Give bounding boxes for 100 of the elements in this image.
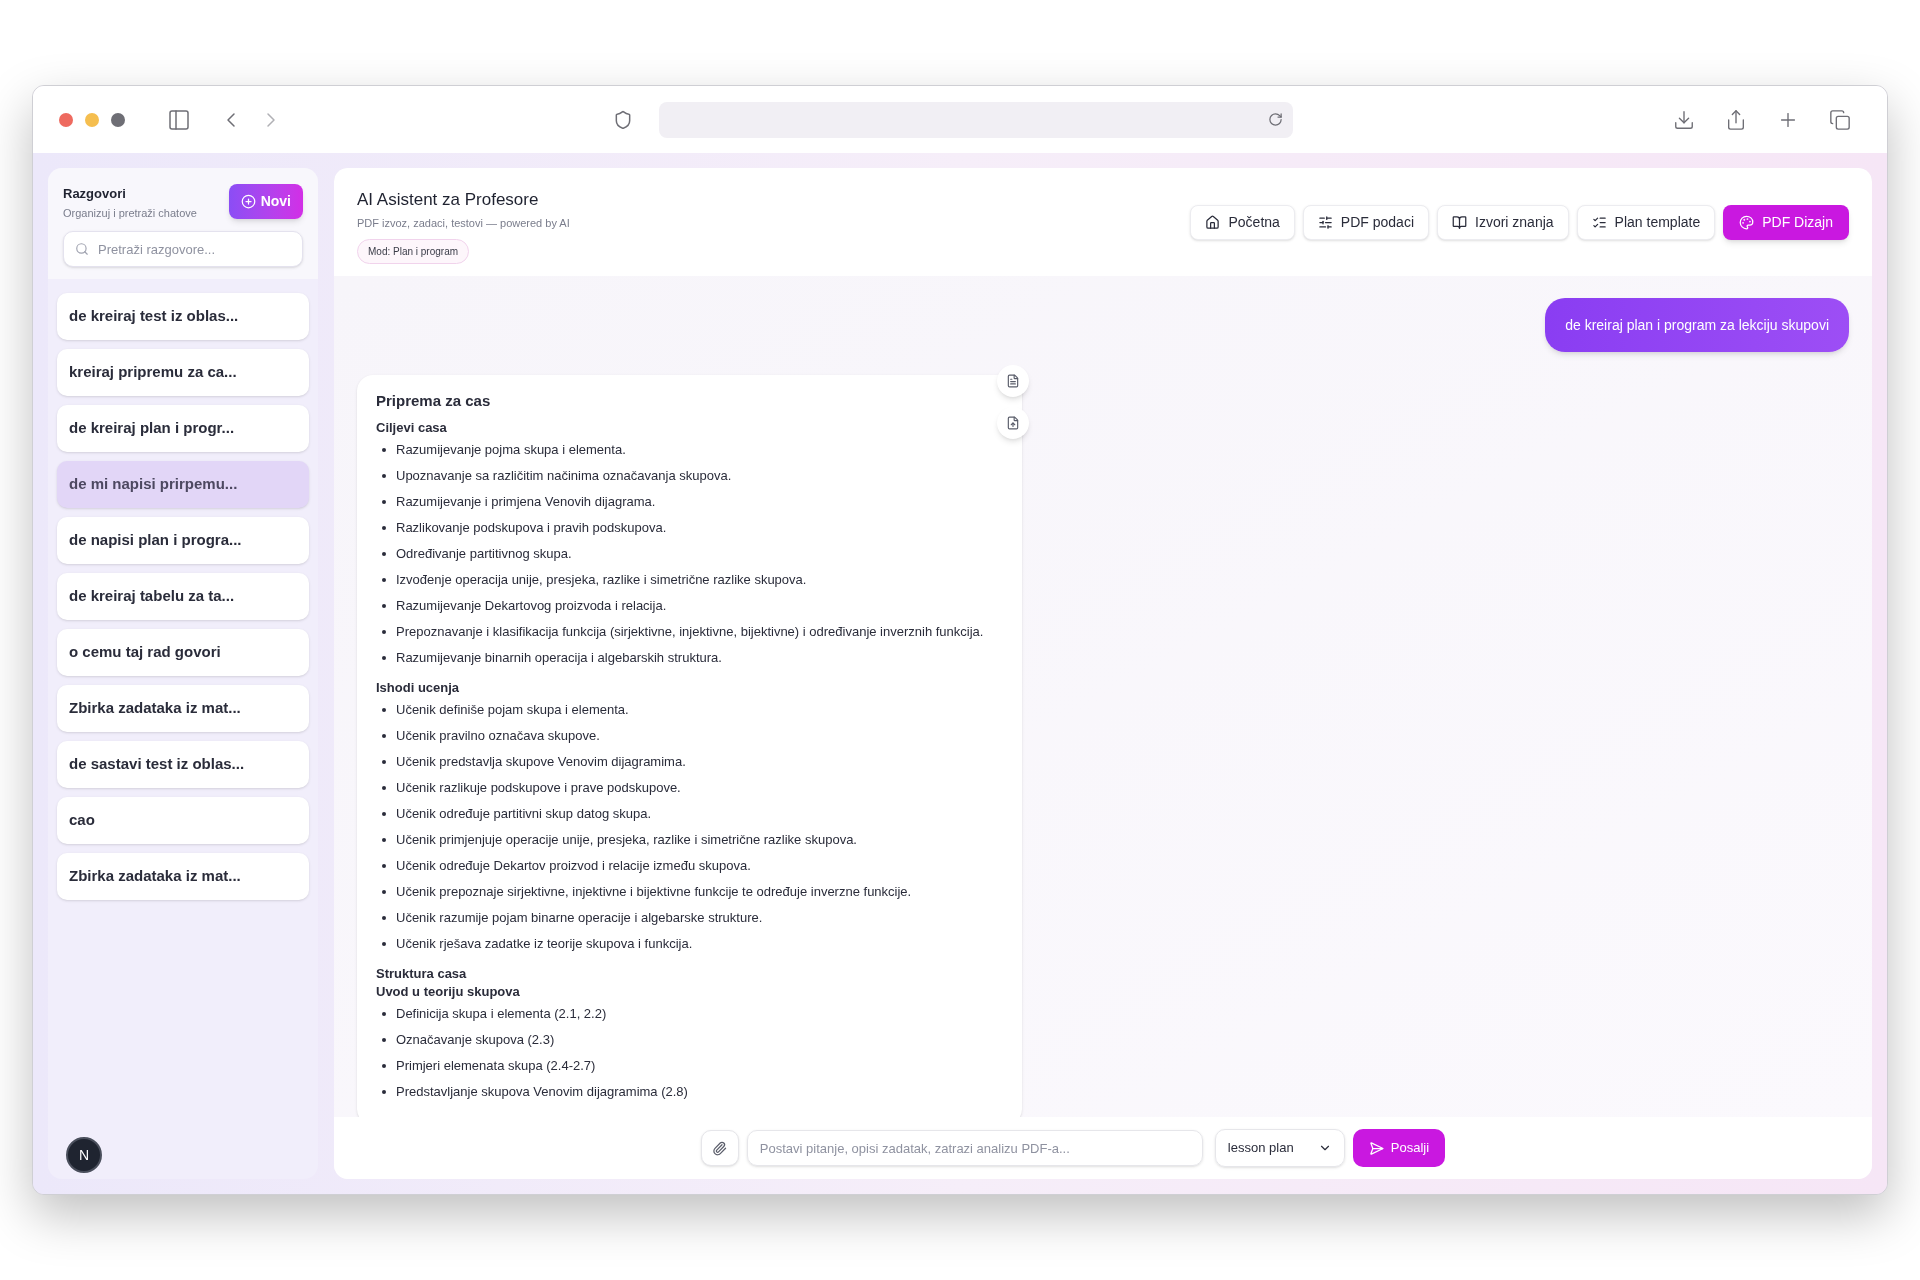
conversation-item[interactable]: cao xyxy=(57,797,309,844)
list-item-text: Učenik razlikuje podskupove i prave podskupove. xyxy=(396,779,681,798)
document-icon xyxy=(1006,374,1020,388)
conversation-item[interactable]: de kreiraj plan i progr... xyxy=(57,405,309,452)
conversation-item[interactable]: kreiraj pripremu za ca... xyxy=(57,349,309,396)
conversation-item[interactable]: de kreiraj test iz oblas... xyxy=(57,293,309,340)
bullet-icon xyxy=(382,526,386,530)
search-icon xyxy=(75,242,89,256)
conversation-item[interactable]: Zbirka zadataka iz mat... xyxy=(57,853,309,900)
app-subtitle: PDF izvoz, zadaci, testovi — powered by AI xyxy=(357,215,570,231)
bullet-icon xyxy=(382,942,386,946)
section-heading: Struktura casa xyxy=(376,965,468,983)
bullet-icon xyxy=(382,578,386,582)
bullet-icon xyxy=(382,760,386,764)
conversation-item[interactable]: de sastavi test iz oblas... xyxy=(57,741,309,788)
shield-icon[interactable] xyxy=(613,109,633,130)
section-heading: Ciljevi casa xyxy=(376,419,448,437)
send-icon xyxy=(1368,1140,1384,1156)
list-item-text: Razumijevanje binarnih operacija i algebarskih struktura. xyxy=(396,649,722,668)
bullet-icon xyxy=(382,786,386,790)
close-button[interactable] xyxy=(59,112,73,127)
nav-button[interactable]: Izvori znanja xyxy=(1437,205,1569,240)
sidebar-toggle-icon[interactable] xyxy=(167,107,191,132)
section-heading: Uvod u teoriju skupova xyxy=(376,983,521,1001)
bullet-icon xyxy=(382,838,386,842)
list-item-text: Učenik predstavlja skupove Venovim dijagramima. xyxy=(396,753,686,772)
list-item-text: Predstavljanje skupova Venovim dijagramima (2.8) xyxy=(396,1083,688,1102)
bullet-icon xyxy=(382,734,386,738)
paperclip-icon xyxy=(712,1140,728,1156)
list-item-text: Razumijevanje i primjena Venovih dijagrama. xyxy=(396,493,656,512)
bullet-icon xyxy=(382,474,386,478)
mode-badge: Mod: Plan i program xyxy=(357,239,470,264)
list-item-text: Učenik određuje partitivni skup datog skupa. xyxy=(396,805,652,824)
file-upload-icon xyxy=(1006,416,1020,430)
list-item-text: Primjeri elemenata skupa (2.4-2.7) xyxy=(396,1057,596,1076)
conversation-item[interactable]: de napisi plan i progra... xyxy=(57,517,309,564)
share-icon[interactable] xyxy=(1725,108,1747,131)
new-chat-button[interactable]: Novi xyxy=(228,184,303,219)
bullet-icon xyxy=(382,890,386,894)
user-message-bubble: de kreiraj plan i program za lekciju skupovi xyxy=(1545,298,1849,352)
bullet-icon xyxy=(382,1064,386,1068)
tabs-overview-icon[interactable] xyxy=(1829,108,1851,131)
mode-select[interactable]: lesson plan xyxy=(1214,1129,1345,1167)
nav-button[interactable]: Plan template xyxy=(1576,205,1716,240)
attach-button[interactable] xyxy=(700,1130,739,1166)
list-item-text: Razumijevanje pojma skupa i elementa. xyxy=(396,441,626,460)
list-item-text: Učenik pravilno označava skupove. xyxy=(396,727,600,746)
bullet-icon xyxy=(382,812,386,816)
bullet-icon xyxy=(382,448,386,452)
list-item-text: Određivanje partitivnog skupa. xyxy=(396,545,572,564)
nav-button[interactable]: PDF podaci xyxy=(1302,205,1429,240)
list-item-text: Razumijevanje Dekartovog proizvoda i relacija. xyxy=(396,597,667,616)
bullet-icon xyxy=(382,1090,386,1094)
list-item-text: Izvođenje operacija unije, presjeka, razlike i simetrične razlike skupova. xyxy=(396,571,807,590)
home-icon xyxy=(1205,215,1221,230)
conversation-item[interactable]: de kreiraj tabelu za ta... xyxy=(57,573,309,620)
card-title: Priprema za cas xyxy=(376,391,492,411)
sliders-icon xyxy=(1317,215,1333,230)
bullet-icon xyxy=(382,708,386,712)
conversation-item[interactable]: de mi napisi prirpemu... xyxy=(57,461,309,508)
list-item-text: Učenik određuje Dekartov proizvod i relacije između skupova. xyxy=(396,857,751,876)
palette-icon xyxy=(1739,215,1755,230)
list-item-text: Učenik definiše pojam skupa i elementa. xyxy=(396,701,629,720)
list-item-text: Upoznavanje sa različitim načinima označavanja skupova. xyxy=(396,467,732,486)
plus-icon xyxy=(240,194,256,209)
book-icon xyxy=(1452,215,1467,230)
download-icon[interactable] xyxy=(1673,108,1695,131)
sidebar-title: Razgovori xyxy=(63,185,127,203)
bullet-icon xyxy=(382,500,386,504)
section-heading: Ishodi ucenja xyxy=(376,679,461,697)
list-item-text: Označavanje skupova (2.3) xyxy=(396,1031,555,1050)
conversation-item[interactable]: o cemu taj rad govori xyxy=(57,629,309,676)
nav-button[interactable]: Početna xyxy=(1190,205,1295,240)
send-button[interactable]: Posalji xyxy=(1352,1129,1446,1167)
bullet-icon xyxy=(382,630,386,634)
bullet-icon xyxy=(382,916,386,920)
search-field[interactable]: Pretraži razgovore... xyxy=(63,231,303,267)
list-item-text: Učenik rješava zadatke iz teorije skupova i funkcija. xyxy=(396,935,693,954)
bullet-icon xyxy=(382,656,386,660)
export-button[interactable] xyxy=(997,407,1029,439)
zoom-button[interactable] xyxy=(111,112,125,127)
message-input[interactable]: Postavi pitanje, opisi zadatak, zatrazi analizu PDF-a... xyxy=(746,1130,1203,1166)
bullet-icon xyxy=(382,1038,386,1042)
list-item-text: Učenik razumije pojam binarne operacije i algebarske strukture. xyxy=(396,909,763,928)
list-item-text: Prepoznavanje i klasifikacija funkcija (sirjektivne, injektivne, bijektivne) i određivanje inverznih funkcija. xyxy=(396,623,984,642)
list-item-text: Učenik primjenjuje operacije unije, presjeka, razlike i simetrične razlike skupova. xyxy=(396,831,857,850)
bullet-icon xyxy=(382,864,386,868)
sidebar-subtitle: Organizuj i pretraži chatove xyxy=(63,205,197,221)
list-item-text: Definicija skupa i elementa (2.1, 2.2) xyxy=(396,1005,607,1024)
nav-button[interactable]: PDF Dizajn xyxy=(1723,205,1849,240)
checklist-icon xyxy=(1591,215,1607,230)
app-title: AI Asistent za Profesore xyxy=(357,189,540,211)
list-item-text: Razlikovanje podskupova i pravih podskupova. xyxy=(396,519,667,538)
document-button[interactable] xyxy=(997,365,1029,397)
bullet-icon xyxy=(382,604,386,608)
conversation-item[interactable]: Zbirka zadataka iz mat... xyxy=(57,685,309,732)
list-item-text: Učenik prepoznaje sirjektivne, injektivne i bijektivne funkcije te određuje inverzne funkcije. xyxy=(396,883,912,902)
reload-icon[interactable] xyxy=(1268,112,1283,127)
bullet-icon xyxy=(382,1012,386,1016)
bullet-icon xyxy=(382,552,386,556)
